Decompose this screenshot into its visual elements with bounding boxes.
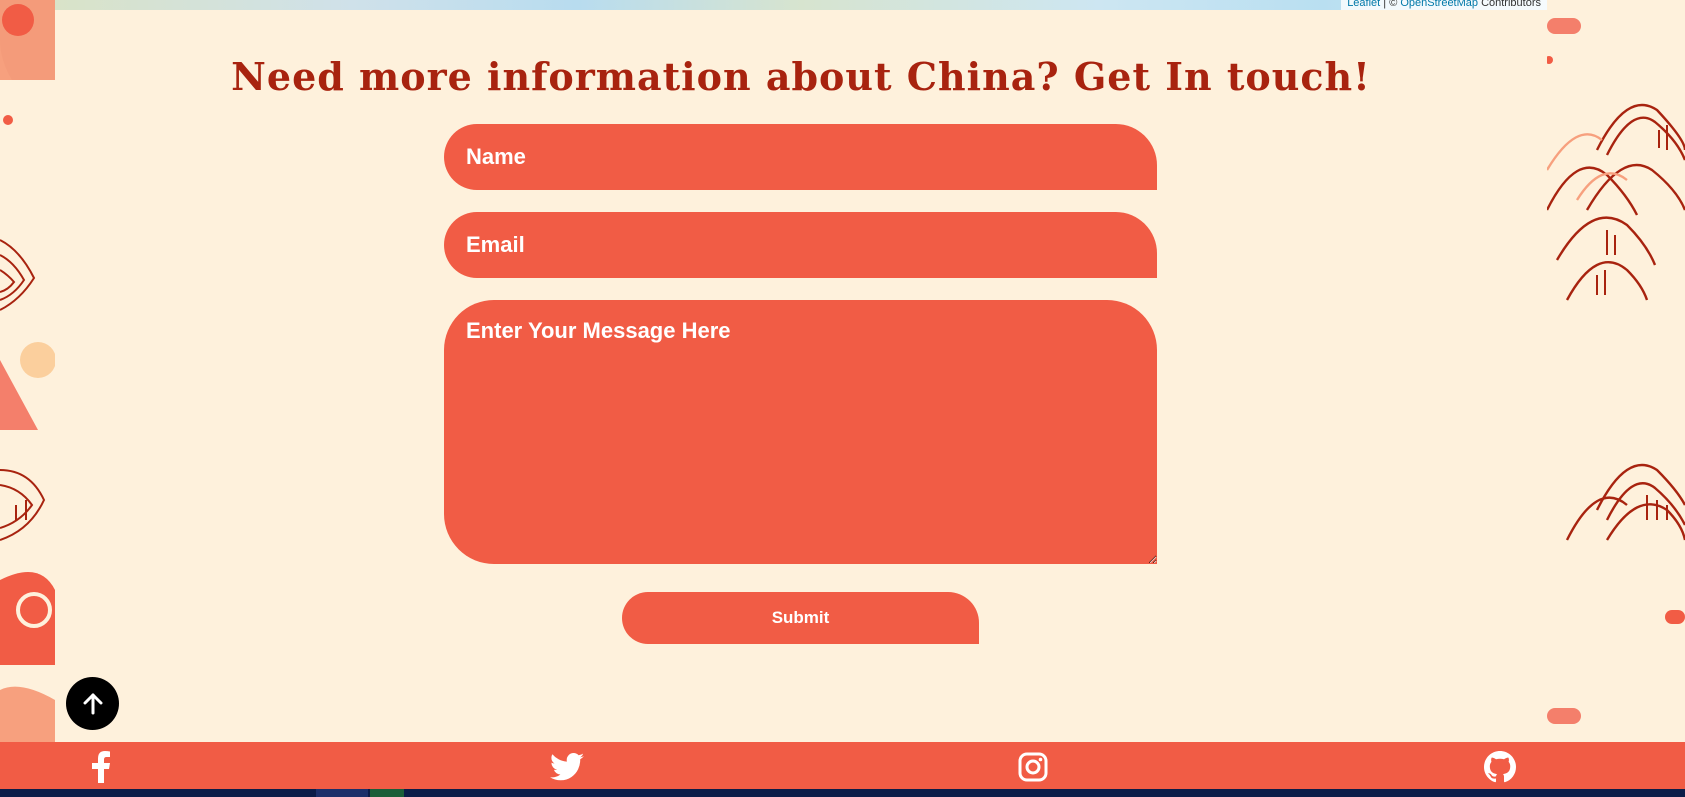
email-input[interactable] [444, 212, 1157, 278]
footer [0, 742, 1685, 789]
attribution-separator: | © [1380, 0, 1401, 9]
leaflet-link[interactable]: Leaflet [1347, 0, 1380, 9]
contact-section: Need more information about China? Get I… [55, 10, 1547, 742]
taskbar-item[interactable] [370, 789, 404, 797]
map[interactable]: Leaflet | © OpenStreetMap Contributors [55, 0, 1547, 10]
submit-button[interactable]: Submit [622, 592, 979, 644]
twitter-icon [550, 753, 584, 781]
arrow-up-icon [83, 693, 102, 714]
attribution-contributors: Contributors [1478, 0, 1541, 9]
page: Leaflet | © OpenStreetMap Contributors N… [0, 0, 1685, 797]
twitter-link[interactable] [550, 750, 584, 784]
instagram-link[interactable] [1016, 750, 1050, 784]
left-decoration [0, 0, 55, 742]
back-to-top-button[interactable] [66, 677, 119, 730]
facebook-icon [92, 751, 110, 783]
wave-pattern-icon [1547, 18, 1685, 724]
right-decoration [1547, 0, 1685, 742]
contact-title: Need more information about China? Get I… [231, 54, 1371, 99]
map-attribution: Leaflet | © OpenStreetMap Contributors [1341, 0, 1547, 10]
message-textarea[interactable] [444, 300, 1157, 564]
taskbar [0, 789, 1685, 797]
facebook-link[interactable] [84, 750, 118, 784]
instagram-icon [1018, 752, 1048, 782]
name-input[interactable] [444, 124, 1157, 190]
openstreetmap-link[interactable]: OpenStreetMap [1400, 0, 1478, 9]
taskbar-item[interactable] [316, 789, 368, 797]
github-link[interactable] [1483, 750, 1517, 784]
github-icon [1484, 751, 1516, 783]
cloud-pattern-icon [0, 0, 55, 742]
